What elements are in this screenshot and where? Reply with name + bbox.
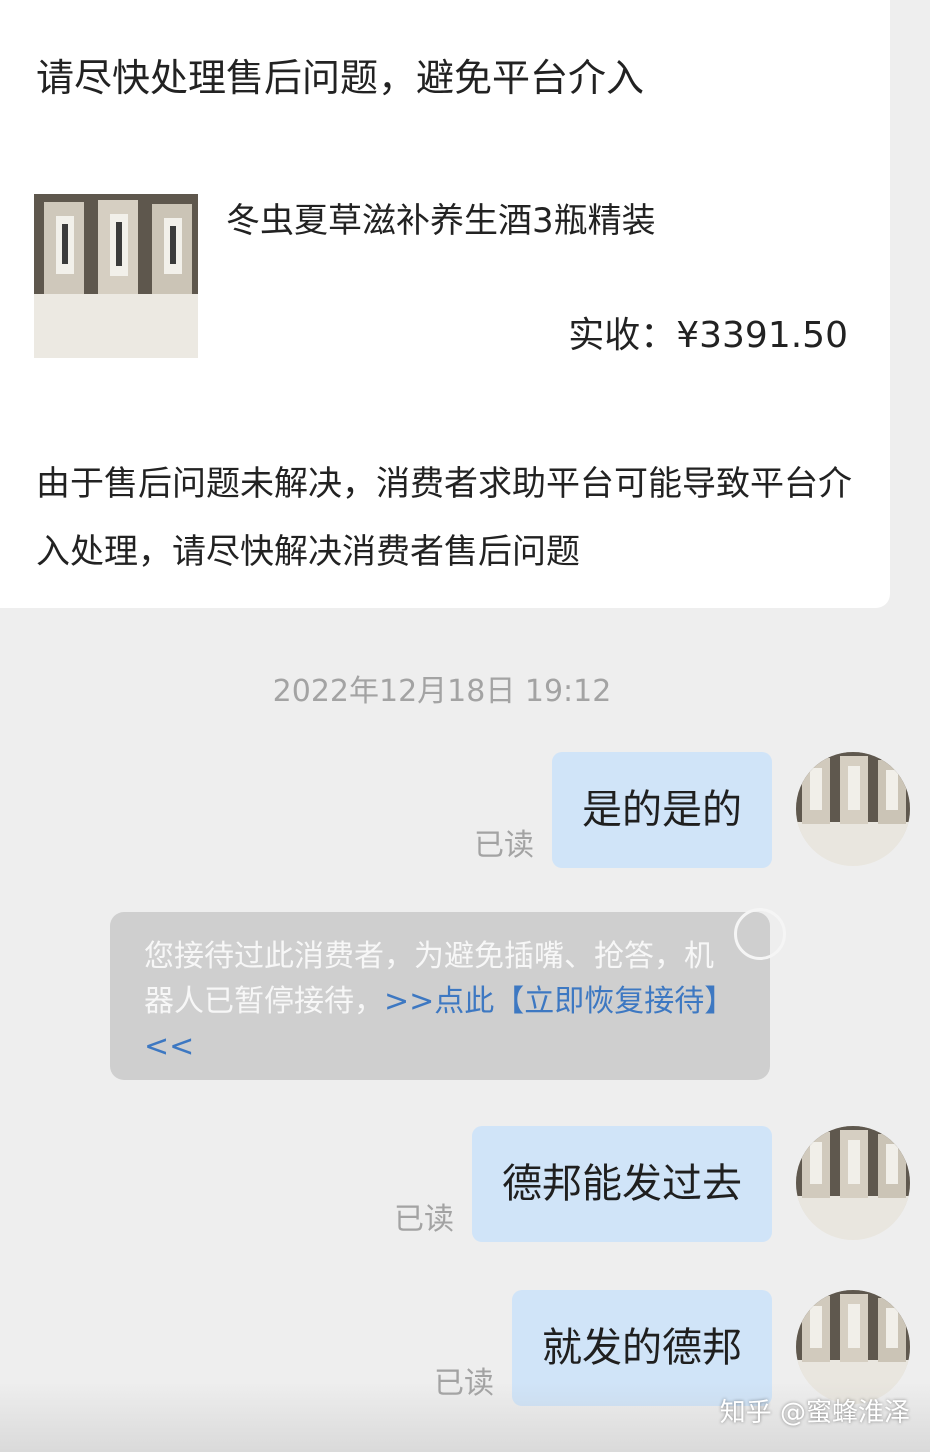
- product-name[interactable]: 冬虫夏草滋补养生酒3瓶精装: [226, 196, 656, 246]
- outgoing-message: 已读 德邦能发过去: [394, 1126, 910, 1242]
- product-thumbnail[interactable]: [34, 194, 198, 358]
- price-row: 实收：¥3391.50: [568, 310, 848, 362]
- avatar-image: [796, 752, 910, 866]
- outgoing-message: 已读 是的是的: [474, 752, 910, 868]
- watermark: 知乎 @蜜蜂淮泽: [719, 1398, 910, 1428]
- after-sale-notice-card[interactable]: 请尽快处理售后问题，避免平台介入 冬虫夏草滋补养生酒3瓶精装 实收：¥3391.…: [0, 0, 890, 608]
- message-bubble[interactable]: 德邦能发过去: [472, 1126, 772, 1242]
- avatar-image: [796, 1126, 910, 1240]
- notice-body-text: 由于售后问题未解决，消费者求助平台可能导致平台介入处理，请尽快解决消费者售后问题: [36, 464, 852, 572]
- price-label: 实收：: [568, 315, 677, 356]
- price-value: ¥3391.50: [676, 315, 848, 356]
- chat-timestamp: 2022年12月18日 19:12: [272, 674, 612, 709]
- close-icon[interactable]: [734, 908, 786, 960]
- notice-title: 请尽快处理售后问题，避免平台介入: [36, 56, 645, 100]
- robot-paused-notice: 您接待过此消费者，为避免插嘴、抢答，机器人已暂停接待，>>点此【立即恢复接待】<…: [110, 908, 786, 1080]
- read-status: 已读: [394, 1202, 454, 1237]
- avatar[interactable]: [796, 1126, 910, 1240]
- read-status: 已读: [474, 828, 534, 863]
- product-box-image: [34, 194, 198, 358]
- avatar[interactable]: [796, 752, 910, 866]
- message-bubble[interactable]: 是的是的: [552, 752, 772, 868]
